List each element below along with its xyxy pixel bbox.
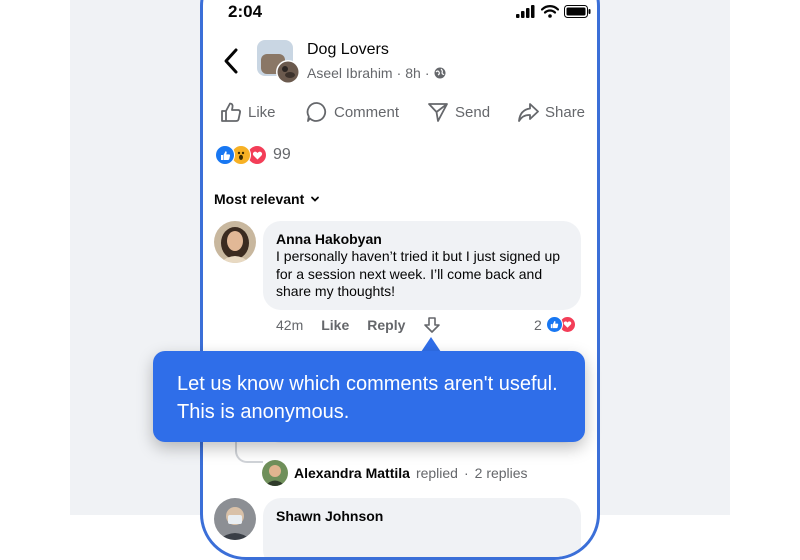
post-actions: Like Comment Send Share (203, 101, 597, 125)
comment-time: 42m (276, 317, 304, 333)
comment-author[interactable]: Anna Hakobyan (276, 231, 568, 247)
reactions-summary[interactable]: 99 (215, 145, 291, 165)
tooltip-text: Let us know which comments aren't useful… (177, 373, 558, 423)
cellular-signal-icon (516, 5, 535, 18)
share-icon (518, 103, 539, 122)
battery-icon (564, 5, 591, 18)
reply-count: 2 replies (474, 465, 528, 481)
comment-reply-button[interactable]: Reply (367, 317, 405, 333)
thumbs-up-icon (221, 102, 241, 122)
globe-icon (434, 67, 446, 79)
send-icon (428, 103, 448, 122)
author-name[interactable]: Aseel Ibrahim (307, 65, 393, 81)
post-meta: Aseel Ibrahim · 8h · (307, 65, 446, 81)
status-time: 2:04 (228, 2, 263, 21)
comment-reaction-count: 2 (534, 316, 542, 333)
comment-label: Comment (334, 103, 400, 121)
downvote-icon[interactable] (423, 316, 441, 334)
chevron-down-icon (311, 196, 320, 202)
send-label: Send (455, 103, 491, 121)
tooltip-arrow (421, 337, 441, 352)
comment-icon (306, 102, 327, 122)
next-commenter-avatar[interactable] (214, 498, 256, 540)
replied-label: replied (415, 465, 458, 481)
next-comment-author[interactable]: Shawn Johnson (276, 508, 568, 524)
comment-text: I personally haven’t tried it but I just… (276, 248, 561, 299)
send-button[interactable]: Send (427, 101, 490, 123)
meta-separator: · (424, 65, 430, 81)
commenter-avatar[interactable] (214, 221, 256, 263)
sort-label: Most relevant (214, 191, 305, 207)
comment-reactions[interactable]: 2 (534, 316, 576, 333)
post-age: 8h (405, 65, 421, 81)
comment-like-button[interactable]: Like (321, 317, 349, 333)
reaction-count: 99 (273, 146, 291, 163)
like-reaction-icon (215, 145, 235, 165)
like-button[interactable]: Like (220, 101, 276, 123)
reply-separator: · (463, 465, 469, 481)
replier-avatar (262, 460, 288, 486)
comment-sort-dropdown[interactable]: Most relevant (214, 191, 320, 207)
dog-photo-icon (257, 40, 300, 84)
meta-separator: · (396, 65, 402, 81)
status-icons (516, 5, 591, 18)
comment-bubble: Anna Hakobyan I personally haven’t tried… (263, 221, 581, 310)
wifi-icon (541, 5, 559, 18)
comment-button[interactable]: Comment (306, 101, 399, 123)
phone-frame: 2:04 Dog Lovers Aseel Ibrahim · 8h · Lik… (200, 0, 600, 560)
replier-name: Alexandra Mattila (294, 465, 410, 481)
back-arrow-icon[interactable] (220, 47, 244, 75)
next-comment-bubble: Shawn Johnson (263, 498, 581, 557)
share-label: Share (545, 103, 586, 121)
comment-meta: 42m Like Reply (276, 316, 441, 334)
group-name[interactable]: Dog Lovers (307, 41, 389, 59)
like-label: Like (248, 103, 276, 121)
downvote-tooltip[interactable]: Let us know which comments aren't useful… (153, 351, 585, 442)
person-photo-icon (214, 221, 256, 263)
like-reaction-icon (545, 316, 563, 333)
share-button[interactable]: Share (517, 101, 585, 123)
group-avatar[interactable] (257, 40, 301, 84)
view-replies-link[interactable]: Alexandra Mattila replied · 2 replies (262, 460, 528, 486)
